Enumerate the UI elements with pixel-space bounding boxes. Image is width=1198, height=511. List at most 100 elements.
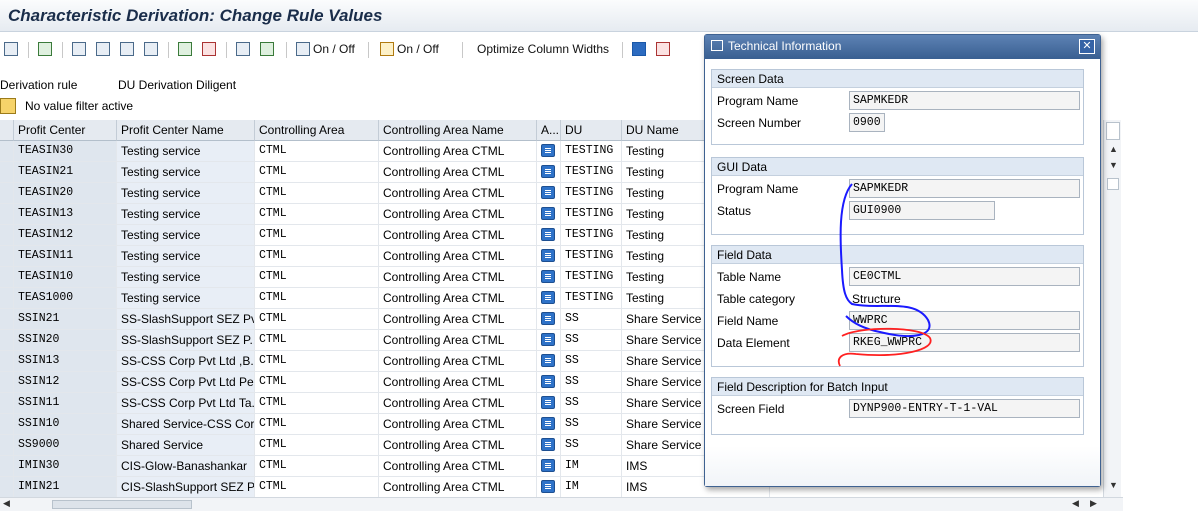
row-selector[interactable] [0,183,14,204]
status-field[interactable]: GUI0900 [849,201,995,220]
controlling-area-name-cell[interactable]: Controlling Area CTML [379,330,537,351]
list-icon[interactable] [541,228,555,241]
optimize-column-widths-button[interactable]: Optimize Column Widths [477,39,609,59]
controlling-area-name-cell[interactable]: Controlling Area CTML [379,246,537,267]
list-icon[interactable] [541,207,555,220]
list-icon[interactable] [541,291,555,304]
du-cell[interactable]: SS [561,309,622,330]
du-cell[interactable]: IM [561,477,622,497]
du-cell[interactable]: SS [561,414,622,435]
controlling-area-name-cell[interactable]: Controlling Area CTML [379,456,537,477]
on-off-button-2[interactable]: On / Off [380,39,439,59]
controlling-area-cell[interactable]: CTML [255,162,379,183]
profit-center-name-cell[interactable]: Testing service [117,225,255,246]
du-cell[interactable]: TESTING [561,267,622,288]
column-header[interactable]: Profit Center [14,120,117,141]
row-selector[interactable] [0,309,14,330]
du-cell[interactable]: TESTING [561,288,622,309]
table-row[interactable]: TEASIN12 Testing service CTML Controlling A… [0,225,770,246]
column-header[interactable]: DU [561,120,622,141]
select-all-corner[interactable] [0,120,14,141]
row-selector[interactable] [0,162,14,183]
row-selector[interactable] [0,414,14,435]
profit-center-cell[interactable]: SSIN13 [14,351,117,372]
controlling-area-cell[interactable]: CTML [255,204,379,225]
table-row[interactable]: SSIN10 Shared Service-CSS Cor... CTML Contr… [0,414,770,435]
profit-center-cell[interactable]: IMIN30 [14,456,117,477]
vertical-scrollbar[interactable]: ▲ ▼ ▼ [1103,120,1121,497]
profit-center-name-cell[interactable]: SS-SlashSupport SEZ P... [117,330,255,351]
list-icon[interactable] [541,354,555,367]
dialog-title-bar[interactable]: Technical Information ✕ [705,35,1100,59]
du-cell[interactable]: TESTING [561,162,622,183]
list-icon[interactable] [541,144,555,157]
du-cell[interactable]: SS [561,372,622,393]
du-cell[interactable]: TESTING [561,225,622,246]
controlling-area-name-cell[interactable]: Controlling Area CTML [379,309,537,330]
list-icon[interactable] [541,375,555,388]
controlling-area-name-cell[interactable]: Controlling Area CTML [379,435,537,456]
controlling-area-name-cell[interactable]: Controlling Area CTML [379,372,537,393]
profit-center-name-cell[interactable]: Testing service [117,267,255,288]
column-header[interactable]: Profit Center Name [117,120,255,141]
screen-field-field[interactable]: DYNP900-ENTRY-T-1-VAL [849,399,1080,418]
profit-center-name-cell[interactable]: Testing service [117,204,255,225]
profit-center-cell[interactable]: SSIN21 [14,309,117,330]
table-row[interactable]: TEASIN20 Testing service CTML Controlling A… [0,183,770,204]
table-row[interactable]: TEASIN10 Testing service CTML Controlling A… [0,267,770,288]
on-off-button-1[interactable]: On / Off [296,39,355,59]
info-icon[interactable] [632,39,646,59]
controlling-area-name-cell[interactable]: Controlling Area CTML [379,393,537,414]
row-selector[interactable] [0,204,14,225]
controlling-area-name-cell[interactable]: Controlling Area CTML [379,141,537,162]
table-row[interactable]: TEAS1000 Testing service CTML Controlling A… [0,288,770,309]
profit-center-cell[interactable]: TEASIN11 [14,246,117,267]
scroll-down-icon[interactable]: ▼ [1109,160,1118,170]
du-cell[interactable]: SS [561,435,622,456]
profit-center-cell[interactable]: IMIN21 [14,477,117,497]
controlling-area-cell[interactable]: CTML [255,330,379,351]
table-row[interactable]: SS9000 Shared Service CTML Controlling Area… [0,435,770,456]
controlling-area-name-cell[interactable]: Controlling Area CTML [379,351,537,372]
controlling-area-name-cell[interactable]: Controlling Area CTML [379,162,537,183]
controlling-area-name-cell[interactable]: Controlling Area CTML [379,267,537,288]
profit-center-cell[interactable]: TEASIN12 [14,225,117,246]
controlling-area-cell[interactable]: CTML [255,393,379,414]
controlling-area-cell[interactable]: CTML [255,225,379,246]
profit-center-cell[interactable]: SSIN12 [14,372,117,393]
controlling-area-cell[interactable]: CTML [255,372,379,393]
program-name-field[interactable]: SAPMKEDR [849,91,1080,110]
du-cell[interactable]: SS [561,351,622,372]
profit-center-name-cell[interactable]: Testing service [117,246,255,267]
row-selector[interactable] [0,225,14,246]
sort-icon[interactable] [236,39,250,59]
list-icon[interactable] [541,186,555,199]
list-icon[interactable] [541,396,555,409]
controlling-area-name-cell[interactable]: Controlling Area CTML [379,225,537,246]
row-selector[interactable] [0,288,14,309]
transport-icon[interactable] [656,39,670,59]
column-header[interactable]: A... [537,120,561,141]
table-row[interactable]: TEASIN13 Testing service CTML Controlling A… [0,204,770,225]
table-row[interactable]: SSIN21 SS-SlashSupport SEZ Pv... CTML Contr… [0,309,770,330]
controlling-area-cell[interactable]: CTML [255,246,379,267]
controlling-area-cell[interactable]: CTML [255,435,379,456]
glasses-icon[interactable] [4,39,18,59]
row-selector[interactable] [0,477,14,497]
insert-row-icon[interactable] [178,39,192,59]
table-row[interactable]: SSIN13 SS-CSS Corp Pvt Ltd ,B... CTML Contr… [0,351,770,372]
filter-icon[interactable] [260,39,274,59]
profit-center-cell[interactable]: SSIN20 [14,330,117,351]
profit-center-name-cell[interactable]: SS-CSS Corp Pvt Ltd Ta... [117,393,255,414]
scroll-down-bottom-icon[interactable]: ▼ [1109,480,1118,490]
scroll-up-icon[interactable]: ▲ [1109,144,1118,154]
select-column-icon[interactable] [144,39,158,59]
close-icon[interactable]: ✕ [1079,39,1095,54]
list-icon[interactable] [541,270,555,283]
controlling-area-name-cell[interactable]: Controlling Area CTML [379,414,537,435]
scroll-left-icon[interactable]: ◀ [3,498,10,509]
profit-center-name-cell[interactable]: CIS-SlashSupport SEZ P... [117,477,255,497]
du-cell[interactable]: TESTING [561,141,622,162]
profit-center-cell[interactable]: SS9000 [14,435,117,456]
profit-center-name-cell[interactable]: Shared Service-CSS Cor... [117,414,255,435]
